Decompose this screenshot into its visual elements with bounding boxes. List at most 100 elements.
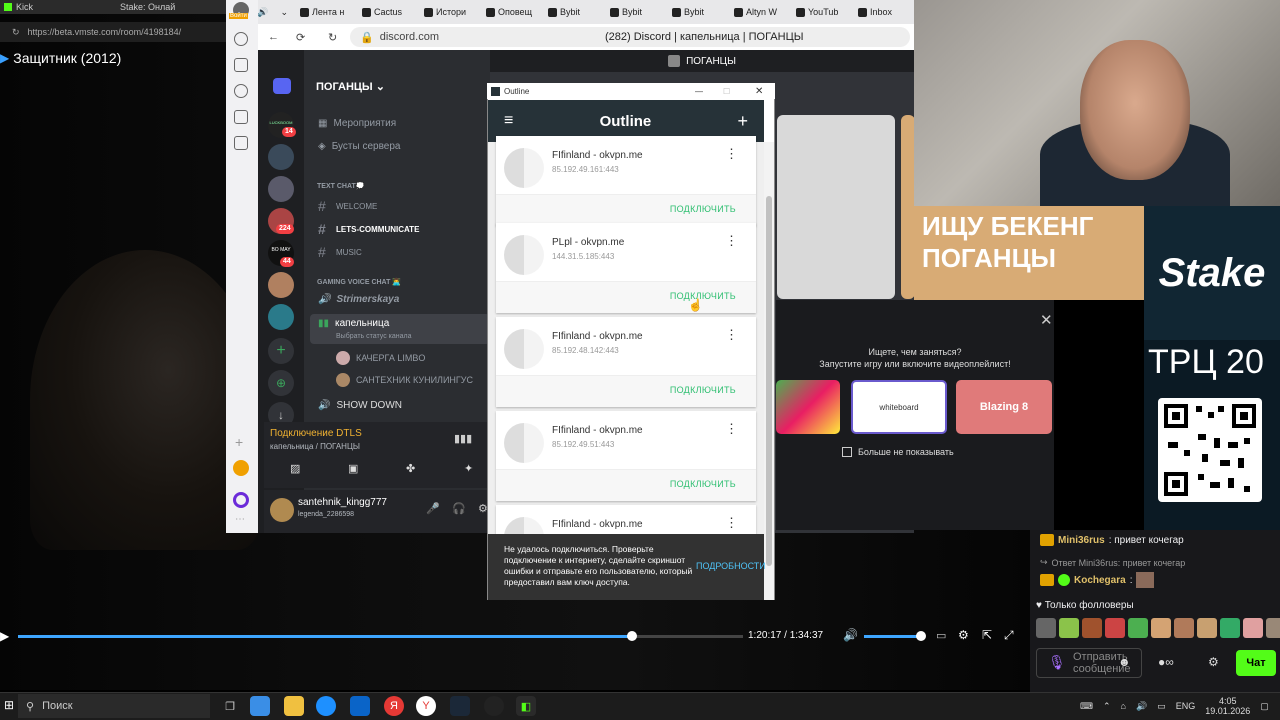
- browser-tab[interactable]: Inbox: [852, 0, 914, 24]
- battery-icon[interactable]: ▭: [1157, 701, 1166, 712]
- server-icon[interactable]: [268, 176, 294, 202]
- clock[interactable]: 4:05 19.01.2026: [1205, 696, 1250, 716]
- server-header[interactable]: ПОГАНЦЫ ⌄: [316, 80, 385, 93]
- emote-icon[interactable]: [1220, 618, 1240, 638]
- connection-status[interactable]: Подключение DTLS: [270, 428, 362, 439]
- taskbar-search[interactable]: ⚲ Поиск: [18, 694, 210, 718]
- connect-button[interactable]: ПОДКЛЮЧИТЬ: [670, 204, 736, 214]
- add-icon[interactable]: +: [737, 111, 748, 132]
- reload-icon[interactable]: ↻: [12, 27, 20, 38]
- alice-icon[interactable]: [233, 492, 249, 508]
- channel-music[interactable]: # MUSIC: [318, 244, 362, 260]
- more-icon[interactable]: ⋯: [235, 514, 245, 525]
- refresh-icon[interactable]: ⟳: [296, 31, 305, 44]
- events-item[interactable]: ▦ Мероприятия: [318, 118, 396, 129]
- browser-tab[interactable]: Оповещ: [480, 0, 542, 24]
- chevron-down-icon[interactable]: ⌄: [274, 0, 294, 24]
- screen-share-icon[interactable]: ▣: [348, 462, 358, 475]
- details-button[interactable]: ПОДРОБНОСТИ: [696, 561, 766, 571]
- more-vert-icon[interactable]: ⋮: [725, 421, 738, 437]
- connect-button[interactable]: ПОДКЛЮЧИТЬ: [670, 479, 736, 489]
- reload-icon[interactable]: ↻: [328, 31, 337, 44]
- mail-icon[interactable]: [233, 460, 249, 476]
- voice-channel-strimerskaya[interactable]: 🔊 Strimerskaya: [318, 294, 399, 305]
- browser-tab[interactable]: Лента н: [294, 0, 356, 24]
- maximize-icon[interactable]: ☐: [723, 87, 730, 96]
- browser-tab[interactable]: Bybit: [604, 0, 666, 24]
- browser-tab[interactable]: Bybit: [542, 0, 604, 24]
- game-card-blazing-8[interactable]: Blazing 8: [956, 380, 1052, 434]
- store-icon[interactable]: [250, 696, 270, 716]
- server-icon[interactable]: [268, 304, 294, 330]
- more-vert-icon[interactable]: ⋮: [725, 146, 738, 162]
- boosts-item[interactable]: ◈ Бусты сервера: [318, 141, 401, 152]
- subtitles-icon[interactable]: ▭: [936, 629, 946, 642]
- camera-off-icon[interactable]: ▨: [290, 462, 300, 475]
- menu-icon[interactable]: ≡: [504, 112, 513, 130]
- steam-icon[interactable]: [450, 696, 470, 716]
- network-icon[interactable]: ⌂: [1121, 701, 1126, 711]
- notifications-icon[interactable]: ▢: [1260, 701, 1269, 712]
- volume-knob[interactable]: [916, 631, 926, 641]
- channel-welcome[interactable]: # WELCOME: [318, 198, 377, 214]
- yandex-browser-icon[interactable]: Y: [416, 696, 436, 716]
- login-label[interactable]: Войти: [229, 13, 248, 19]
- external-icon[interactable]: ⇱: [982, 628, 992, 642]
- add-icon[interactable]: +: [235, 434, 243, 450]
- channel-lets-communicate[interactable]: # LETS-COMMUNICATE: [318, 221, 419, 237]
- progress-knob[interactable]: [627, 631, 637, 641]
- settings-icon[interactable]: ⚙: [958, 628, 969, 642]
- chevron-up-icon[interactable]: ⌃: [1103, 701, 1111, 712]
- tab-stake[interactable]: Stake: Онлай: [120, 2, 230, 12]
- scrollbar-thumb[interactable]: [766, 196, 772, 566]
- more-vert-icon[interactable]: ⋮: [725, 233, 738, 249]
- volume-icon[interactable]: 🔊: [843, 628, 858, 642]
- emote-icon[interactable]: [1197, 618, 1217, 638]
- obs-icon[interactable]: [484, 696, 504, 716]
- minimize-icon[interactable]: —: [695, 87, 703, 96]
- emoji-icon[interactable]: ☻: [1118, 655, 1131, 669]
- checkbox[interactable]: [842, 447, 852, 457]
- browser-tab[interactable]: Cactus: [356, 0, 418, 24]
- task-view-icon[interactable]: ❐: [220, 696, 240, 716]
- more-vert-icon[interactable]: ⋮: [725, 327, 738, 343]
- emote-icon[interactable]: [1105, 618, 1125, 638]
- tab-kick[interactable]: Kick: [4, 2, 114, 12]
- url-box[interactable]: 🔒 discord.com (282) Discord | капельница…: [350, 27, 910, 47]
- gear-icon[interactable]: ⚙: [1208, 655, 1219, 669]
- avatar[interactable]: [270, 498, 294, 522]
- emote-icon[interactable]: [1082, 618, 1102, 638]
- voice-user[interactable]: САНТЕХНИК КУНИЛИНГУС: [336, 373, 473, 387]
- screenshot-icon[interactable]: [234, 136, 248, 150]
- yandex-icon[interactable]: Я: [384, 696, 404, 716]
- browser-tab[interactable]: Altyn W: [728, 0, 790, 24]
- kick-address-bar[interactable]: ↻ https://beta.vmste.com/room/4198184/: [0, 22, 230, 42]
- explore-icon[interactable]: ⊕: [268, 370, 294, 396]
- emote-icon[interactable]: [1059, 618, 1079, 638]
- fullscreen-icon[interactable]: ⤢: [1004, 628, 1014, 643]
- soundboard-icon[interactable]: ✦: [464, 462, 473, 475]
- browser-tab[interactable]: Bybit: [666, 0, 728, 24]
- infinity-icon[interactable]: ●∞: [1158, 655, 1174, 669]
- volume-slider[interactable]: [864, 635, 920, 638]
- emote-icon[interactable]: [1174, 618, 1194, 638]
- language-indicator[interactable]: ENG: [1176, 701, 1196, 711]
- collections-icon[interactable]: [234, 58, 248, 72]
- connect-button[interactable]: ПОДКЛЮЧИТЬ: [670, 385, 736, 395]
- chat-send-button[interactable]: Чат: [1236, 650, 1276, 676]
- more-vert-icon[interactable]: ⋮: [725, 515, 738, 531]
- voice-user[interactable]: КАЧЕРГА LIMBO: [336, 351, 425, 365]
- folder-icon[interactable]: [284, 696, 304, 716]
- browser-tab[interactable]: Истори: [418, 0, 480, 24]
- emote-icon[interactable]: [1128, 618, 1148, 638]
- video-tile[interactable]: [901, 115, 915, 299]
- discord-home-icon[interactable]: [273, 78, 291, 94]
- play-circle-icon[interactable]: [234, 84, 248, 98]
- clock-icon[interactable]: [234, 32, 248, 46]
- browser-tab[interactable]: YouTub: [790, 0, 852, 24]
- game-card-whiteboard[interactable]: whiteboard: [851, 380, 947, 434]
- edge-icon[interactable]: [316, 696, 336, 716]
- calendar-icon[interactable]: [234, 110, 248, 124]
- voice-status[interactable]: Выбрать статус канала: [336, 333, 412, 340]
- play-icon[interactable]: ▶: [0, 629, 9, 643]
